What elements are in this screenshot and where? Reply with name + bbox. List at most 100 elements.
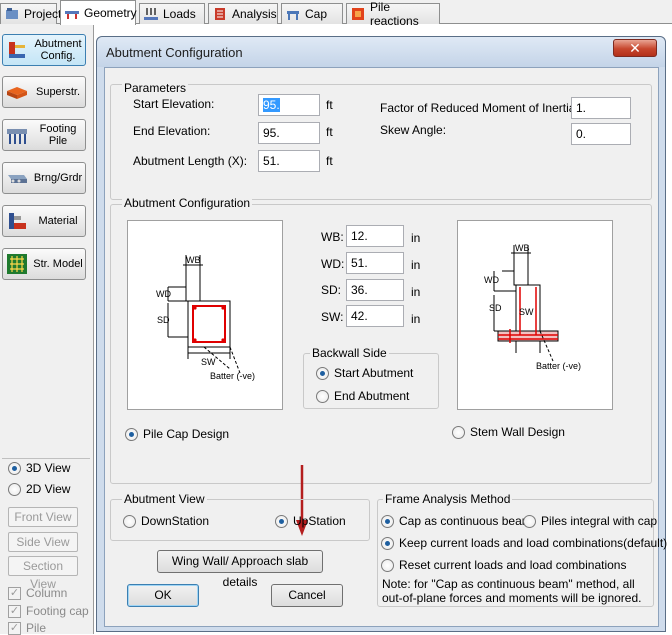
wb-label: WB: [321,230,344,244]
tab-label: Cap [305,7,328,21]
skew-angle-label: Skew Angle: [380,123,447,137]
sd-label: SD: [321,283,342,297]
backwall-side-label: Backwall Side [310,346,389,360]
wd-unit: in [411,258,421,272]
factor-label: Factor of Reduced Moment of Inertia: [380,101,579,115]
tab-geometry[interactable]: Geometry [60,0,137,25]
sw-label: SW: [321,310,344,324]
footing-pile-icon [7,129,27,144]
start-abutment-label: Start Abutment [334,366,414,380]
tab-cap[interactable]: Cap [281,3,343,24]
dialog-title: Abutment Configuration [106,45,243,60]
end-elevation-unit: ft [326,125,333,139]
wd-value: 51. [351,256,368,270]
column-checkbox[interactable]: ✓ Column [8,586,67,600]
start-elevation-input[interactable]: 95. [258,94,320,116]
front-view-button[interactable]: Front View [8,507,78,527]
sd-value: 36. [351,283,368,297]
cap-continuous-radio[interactable]: Cap as continuous beam [381,514,532,528]
radio-indicator [125,427,138,441]
start-abutment-radio[interactable]: Start Abutment [316,366,413,380]
pile-reactions-icon [352,8,364,20]
tab-analysis[interactable]: Analysis [208,3,278,24]
pile-cap-design-radio[interactable]: Pile Cap Design [125,427,229,441]
abutment-length-input[interactable]: 51. [258,150,320,172]
tab-loads[interactable]: Loads [139,3,205,24]
geometry-icon [65,11,79,19]
sd-input[interactable]: 36. [346,279,404,301]
keep-loads-label: Keep current loads and load combinations… [399,536,668,550]
skew-angle-value: 0. [576,127,587,141]
checkbox-indicator: ✓ [8,604,21,618]
sw-unit: in [411,312,421,326]
diagram-wb-label: WB [186,255,201,265]
upstation-radio[interactable]: UpStation [275,514,346,528]
radio-indicator [452,425,465,439]
diagram-sw-label: SW [519,307,534,317]
end-abutment-label: End Abutment [334,389,410,403]
radio-indicator [316,366,329,380]
start-elevation-label: Start Elevation: [133,97,215,111]
start-elevation-unit: ft [326,98,333,112]
sidebar-item-label: Superstr. [35,86,81,98]
loads-icon [144,8,158,20]
sw-input[interactable]: 42. [346,305,404,327]
reset-loads-radio[interactable]: Reset current loads and load combination… [381,558,626,572]
tab-label: Pile reactions [370,0,419,28]
end-abutment-radio[interactable]: End Abutment [316,389,409,403]
cancel-button[interactable]: Cancel [271,584,343,607]
sidebar-item-abutment-config[interactable]: Abutment Config. [2,34,86,66]
tab-label: Analysis [232,7,277,21]
sidebar-item-structural-model[interactable]: Str. Model [2,248,86,280]
material-icon [9,213,26,229]
skew-angle-input[interactable]: 0. [571,123,631,145]
sidebar-item-material[interactable]: Material [2,205,86,237]
side-view-button[interactable]: Side View [8,532,78,552]
sidebar-item-bearing-girder[interactable]: Brng/Grdr [2,162,86,194]
checkbox-indicator: ✓ [8,586,21,600]
stem-wall-design-radio[interactable]: Stem Wall Design [452,425,565,439]
diagram-sw-label: SW [201,357,216,367]
sidebar-item-superstructure[interactable]: Superstr. [2,76,86,108]
view-2d-radio[interactable]: 2D View [8,482,70,496]
downstation-radio[interactable]: DownStation [123,514,209,528]
section-view-button[interactable]: Section View [8,556,78,591]
pile-label: Pile [26,621,47,635]
close-button[interactable]: ✕ [613,39,657,57]
diagram-wd-label: WD [484,275,499,285]
diagram-wb-label: WB [515,243,530,253]
wd-input[interactable]: 51. [346,252,404,274]
dialog-titlebar[interactable]: Abutment Configuration ✕ [97,37,665,67]
close-icon: ✕ [629,40,641,56]
ok-button[interactable]: OK [127,584,199,607]
abutment-length-value: 51. [263,154,280,168]
view-2d-label: 2D View [26,482,71,496]
pile-checkbox[interactable]: ✓ Pile [8,621,46,635]
radio-indicator [381,536,394,550]
view-3d-radio[interactable]: 3D View [8,461,70,475]
pile-cap-drawing: WB WD SD SW Batter (-ve) [156,255,255,381]
sidebar-item-footing-pile[interactable]: Footing Pile [2,119,86,151]
frame-analysis-label: Frame Analysis Method [383,492,513,506]
radio-indicator [381,558,394,572]
sidebar-separator [2,458,90,459]
footing-cap-checkbox[interactable]: ✓ Footing cap [8,604,89,618]
start-elevation-value: 95. [263,98,280,112]
end-elevation-input[interactable]: 95. [258,122,320,144]
radio-indicator [316,389,329,403]
parameters-group-label: Parameters [122,81,189,95]
wing-wall-button[interactable]: Wing Wall/ Approach slab details [157,550,323,589]
analysis-icon [215,8,225,20]
sidebar-item-label: Abutment Config. [34,38,82,62]
left-panel: Abutment Config. Superstr. Footing Pile … [0,24,94,635]
abutment-length-label: Abutment Length (X): [133,154,248,168]
cap-continuous-label: Cap as continuous beam [399,514,532,528]
piles-integral-radio[interactable]: Piles integral with cap [523,514,657,528]
keep-loads-radio[interactable]: Keep current loads and load combinations… [381,536,667,550]
wb-input[interactable]: 12. [346,225,404,247]
stem-wall-diagram: WB WD SD SW Batter (-ve) [457,220,613,410]
factor-input[interactable]: 1. [571,97,631,119]
downstation-label: DownStation [141,514,210,528]
tab-pile-reactions[interactable]: Pile reactions [346,0,440,28]
tab-project[interactable]: Project [0,3,61,24]
